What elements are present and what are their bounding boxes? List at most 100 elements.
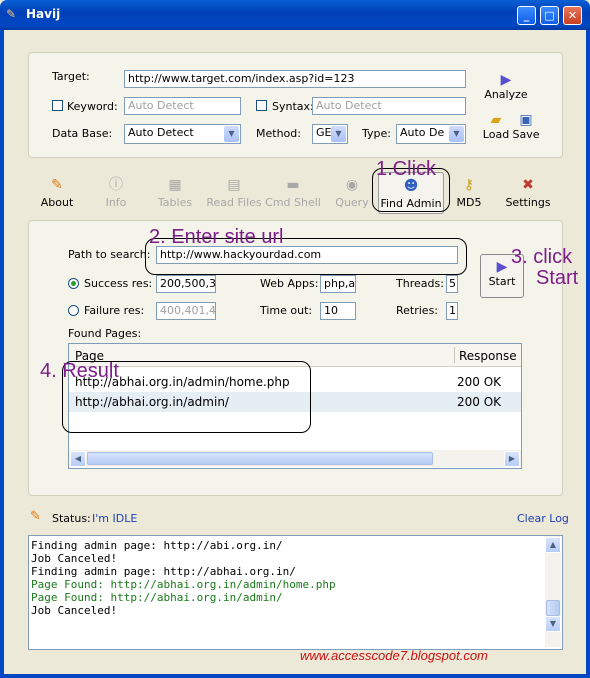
toolbar-tables-label: Tables — [157, 196, 193, 209]
horizontal-scrollbar[interactable]: ◀ ▶ — [69, 450, 521, 467]
success-label: Success res: — [84, 277, 153, 290]
scrollbar-thumb[interactable] — [87, 452, 433, 465]
close-button[interactable]: ✕ — [563, 6, 582, 25]
syntax-checkbox[interactable] — [256, 100, 267, 111]
info-icon: ⓘ — [109, 177, 123, 193]
found-pages-label: Found Pages: — [68, 327, 142, 340]
success-radio[interactable] — [68, 278, 79, 289]
window-frame-right — [586, 30, 590, 678]
chevron-down-icon[interactable]: ▼ — [449, 126, 464, 142]
load-label: Load — [482, 128, 510, 141]
toolbar-md5-label: MD5 — [456, 196, 482, 209]
timeout-label: Time out: — [260, 304, 313, 317]
threads-label: Threads: — [396, 277, 444, 290]
table-icon: ▦ — [168, 177, 182, 193]
log-line: Page Found: http://abhai.org.in/admin/ho… — [31, 578, 336, 591]
failure-input[interactable]: 400,401,4 — [156, 302, 216, 320]
vertical-scrollbar[interactable]: ▲ ▼ — [545, 536, 561, 647]
threads-input[interactable]: 5 — [446, 275, 458, 293]
save-button[interactable]: ▣ Save — [512, 112, 540, 141]
watermark-text: www.accesscode7.blogspot.com — [300, 648, 488, 663]
method-label: Method: — [256, 127, 301, 140]
chevron-down-icon[interactable]: ▼ — [331, 126, 346, 142]
type-select[interactable]: Auto De ▼ — [396, 124, 466, 144]
success-input[interactable]: 200,500,3 — [156, 275, 216, 293]
window-frame-bottom — [0, 674, 590, 678]
chevron-down-icon[interactable]: ▼ — [224, 126, 239, 142]
log-line: Finding admin page: http://abhai.org.in/ — [31, 565, 296, 578]
annotation-step3b: Start — [536, 267, 579, 289]
column-divider[interactable] — [454, 347, 455, 363]
keyword-checkbox[interactable] — [52, 100, 63, 111]
status-label: Status: — [52, 512, 91, 525]
database-label: Data Base: — [52, 127, 113, 140]
scroll-left-icon[interactable]: ◀ — [70, 451, 86, 467]
toolbar-query-label: Query — [335, 196, 369, 209]
clear-log-link[interactable]: Clear Log — [517, 512, 569, 525]
toolbar-cmd-shell-label: Cmd Shell — [265, 196, 321, 209]
target-input[interactable]: http://www.target.com/index.asp?id=123 — [124, 70, 466, 88]
carrot-icon: ✎ — [30, 509, 41, 524]
annotation-step3a: 3. click — [511, 246, 573, 268]
scrollbar-thumb[interactable] — [546, 600, 560, 616]
toolbar-read-files[interactable]: ▤ Read Files — [202, 176, 266, 209]
window-frame-left — [0, 30, 4, 678]
target-label: Target: — [52, 70, 90, 83]
status-value: I'm IDLE — [92, 512, 138, 525]
toolbar-settings-label: Settings — [505, 196, 551, 209]
row-response: 200 OK — [457, 395, 502, 409]
database-select[interactable]: Auto Detect ▼ — [124, 124, 241, 144]
app-icon: ✎ — [6, 7, 17, 21]
tools-icon: ✖ — [522, 177, 534, 193]
method-select[interactable]: GE ▼ — [312, 124, 348, 144]
console-icon: ▬ — [286, 177, 300, 193]
row-response: 200 OK — [457, 375, 502, 389]
timeout-input[interactable]: 10 — [320, 302, 356, 320]
retries-label: Retries: — [396, 304, 439, 317]
toolbar-info[interactable]: ⓘ Info — [84, 176, 148, 209]
toolbar-about[interactable]: ✎ About — [25, 176, 89, 209]
analyze-label: Analyze — [484, 88, 528, 101]
play-icon: ▶ — [500, 72, 512, 88]
carrot-icon: ✎ — [51, 177, 63, 193]
minimize-button[interactable]: _ — [517, 6, 536, 25]
log-line: Job Canceled! — [31, 552, 118, 565]
file-icon: ▤ — [227, 177, 241, 193]
floppy-icon: ▣ — [519, 112, 533, 128]
log-line: Job Canceled! — [31, 604, 118, 617]
toolbar-cmd-shell[interactable]: ▬ Cmd Shell — [261, 176, 325, 209]
annotation-step1: 1.Click — [376, 158, 437, 180]
webapps-label: Web Apps: — [260, 277, 319, 290]
syntax-label: Syntax: — [272, 100, 314, 113]
keyword-label: Keyword: — [67, 100, 118, 113]
folder-icon: ▰ — [490, 112, 502, 128]
analyze-button[interactable]: ▶ Analyze — [482, 72, 530, 101]
path-label: Path to search: — [68, 248, 151, 261]
syntax-input[interactable]: Auto Detect — [312, 97, 466, 115]
log-line: Finding admin page: http://abi.org.in/ — [31, 539, 283, 552]
log-box[interactable]: Finding admin page: http://abi.org.in/ J… — [28, 535, 563, 650]
load-button[interactable]: ▰ Load — [482, 112, 510, 141]
keyword-input[interactable]: Auto Detect — [124, 97, 241, 115]
retries-input[interactable]: 1 — [446, 302, 458, 320]
failure-label: Failure res: — [84, 304, 145, 317]
column-response[interactable]: Response — [459, 349, 517, 363]
scroll-down-icon[interactable]: ▼ — [545, 616, 561, 632]
title-bar[interactable]: ✎ Havij _ □ ✕ — [0, 0, 590, 30]
database-value: Auto Detect — [128, 126, 194, 139]
start-label: Start — [488, 275, 516, 288]
scroll-right-icon[interactable]: ▶ — [504, 451, 520, 467]
maximize-button[interactable]: □ — [540, 6, 559, 25]
toolbar-tables[interactable]: ▦ Tables — [143, 176, 207, 209]
scroll-up-icon[interactable]: ▲ — [545, 537, 561, 553]
log-line: Page Found: http://abhai.org.in/admin/ — [31, 591, 283, 604]
webapps-input[interactable]: php,a — [320, 275, 356, 293]
toolbar-info-label: Info — [105, 196, 127, 209]
failure-radio[interactable] — [68, 305, 79, 316]
log-lines: Finding admin page: http://abi.org.in/ J… — [31, 539, 336, 617]
toolbar-settings[interactable]: ✖ Settings — [496, 176, 560, 209]
type-value: Auto De — [400, 126, 445, 139]
window-title: Havij — [26, 7, 61, 21]
toolbar-about-label: About — [40, 196, 74, 209]
toolbar-read-files-label: Read Files — [206, 196, 262, 209]
